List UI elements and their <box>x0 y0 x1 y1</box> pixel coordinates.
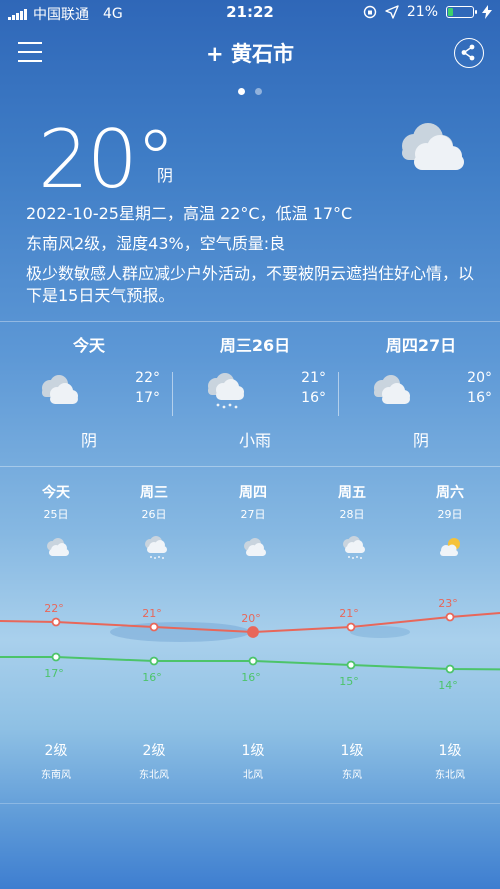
low-temp-point <box>149 656 159 666</box>
forecast-day[interactable]: 周四 27日 1级 北风 <box>203 482 303 781</box>
weekday: 周五 <box>338 485 366 501</box>
wind-level: 2级 <box>44 743 68 759</box>
low-temp-point <box>346 660 356 670</box>
wind-level: 1级 <box>340 743 364 759</box>
orientation-lock-icon <box>363 5 377 19</box>
weekday: 周六 <box>436 485 464 501</box>
low-temp: 16° <box>301 390 326 406</box>
temperature-trend-chart: 22° 17° 21° 16° 20° 16° 21° 15° 23° 14° <box>0 597 500 692</box>
battery-percent: 21% <box>406 4 438 20</box>
partly-cloudy-icon <box>440 538 460 556</box>
battery-icon <box>446 6 477 18</box>
high-temp-point <box>445 612 455 622</box>
wind-direction: 东南风 <box>41 770 71 781</box>
day-condition: 阴 <box>412 431 429 450</box>
high-temp-label: 21° <box>142 607 162 620</box>
high-temp-label: 21° <box>339 607 359 620</box>
low-temp-point <box>445 664 455 674</box>
cloudy-icon <box>47 538 69 556</box>
date: 27日 <box>240 508 266 521</box>
day-name: 今天 <box>72 336 105 355</box>
weekday: 周三 <box>140 485 168 501</box>
share-button[interactable] <box>454 38 484 68</box>
low-temp-label: 17° <box>44 667 64 680</box>
weekday: 周四 <box>239 485 267 501</box>
high-temp: 21° <box>301 370 326 386</box>
wind-direction: 东风 <box>342 770 362 781</box>
date: 29日 <box>437 508 463 521</box>
status-bar: 中国联通 4G 21:22 21% <box>0 0 500 26</box>
forecast-day[interactable]: 周五 28日 1级 东风 <box>302 482 402 781</box>
day-name: 周四27日 <box>385 336 457 355</box>
low-temp-point <box>248 656 258 666</box>
cloudy-icon <box>244 538 266 556</box>
high-temp-point <box>247 626 259 638</box>
wind-level: 1级 <box>241 743 265 759</box>
date: 28日 <box>339 508 365 521</box>
app-header: + 黄石市 <box>0 34 500 74</box>
day-name: 周三26日 <box>219 336 291 355</box>
high-temp-label: 22° <box>44 602 64 615</box>
forecast-day[interactable]: 今天 25日 2级 东南风 <box>6 482 106 781</box>
high-temp-point <box>149 622 159 632</box>
cloudy-icon <box>374 375 410 404</box>
scenery-reflection <box>350 626 410 638</box>
day-condition: 小雨 <box>238 431 271 450</box>
low-temp: 16° <box>467 390 492 406</box>
low-temp-point <box>51 652 61 662</box>
rain-icon <box>208 373 244 409</box>
day-card-wed[interactable]: 周三26日 21° 16° 小雨 <box>172 332 338 452</box>
low-temp-label: 16° <box>241 671 261 684</box>
wind-direction: 东北风 <box>139 770 169 781</box>
wind-level: 2级 <box>142 743 166 759</box>
weekday: 今天 <box>42 485 70 501</box>
low-temp-label: 15° <box>339 675 359 688</box>
share-icon <box>461 44 475 61</box>
low-temp-label: 14° <box>438 679 458 692</box>
weather-tip: 极少数敏感人群应减少户外活动，不要被阴云遮挡住好心情，以下是15日天气预报。 <box>26 264 475 305</box>
low-temp-label: 16° <box>142 671 162 684</box>
location-icon <box>385 5 399 19</box>
divider <box>0 803 500 804</box>
wind-direction: 东北风 <box>435 770 465 781</box>
forecast-day[interactable]: 周六 29日 1级 东北风 <box>400 482 500 781</box>
rain-icon <box>343 536 365 559</box>
high-temp-point <box>346 622 356 632</box>
cloudy-icon <box>402 123 464 170</box>
high-temp-label: 23° <box>438 597 458 610</box>
wind-level: 1级 <box>438 743 462 759</box>
charging-icon <box>482 5 492 19</box>
cloudy-icon <box>42 375 78 404</box>
city-title[interactable]: + 黄石市 <box>0 38 500 68</box>
low-temp: 17° <box>135 390 160 406</box>
date: 26日 <box>141 508 167 521</box>
forecast-day[interactable]: 周三 26日 2级 东北风 <box>104 482 204 781</box>
day-condition: 阴 <box>80 431 97 450</box>
day-card-today[interactable]: 今天 22° 17° 阴 <box>6 332 172 452</box>
high-temp-label: 20° <box>241 612 261 625</box>
date: 25日 <box>43 508 69 521</box>
divider <box>0 466 500 467</box>
wind-humidity-summary: 东南风2级，湿度43%，空气质量:良 <box>26 234 286 253</box>
page-indicator[interactable] <box>0 80 500 99</box>
day-card-thu[interactable]: 周四27日 20° 16° 阴 <box>338 332 500 452</box>
current-temperature: 20° <box>38 113 176 206</box>
high-temp-point <box>51 617 61 627</box>
current-condition: 阴 <box>157 166 174 185</box>
high-temp: 20° <box>467 370 492 386</box>
rain-icon <box>145 536 167 559</box>
date-summary: 2022-10-25星期二，高温 22°C，低温 17°C <box>26 204 353 223</box>
high-temp: 22° <box>135 370 160 386</box>
wind-direction: 北风 <box>243 770 263 781</box>
divider <box>0 321 500 322</box>
